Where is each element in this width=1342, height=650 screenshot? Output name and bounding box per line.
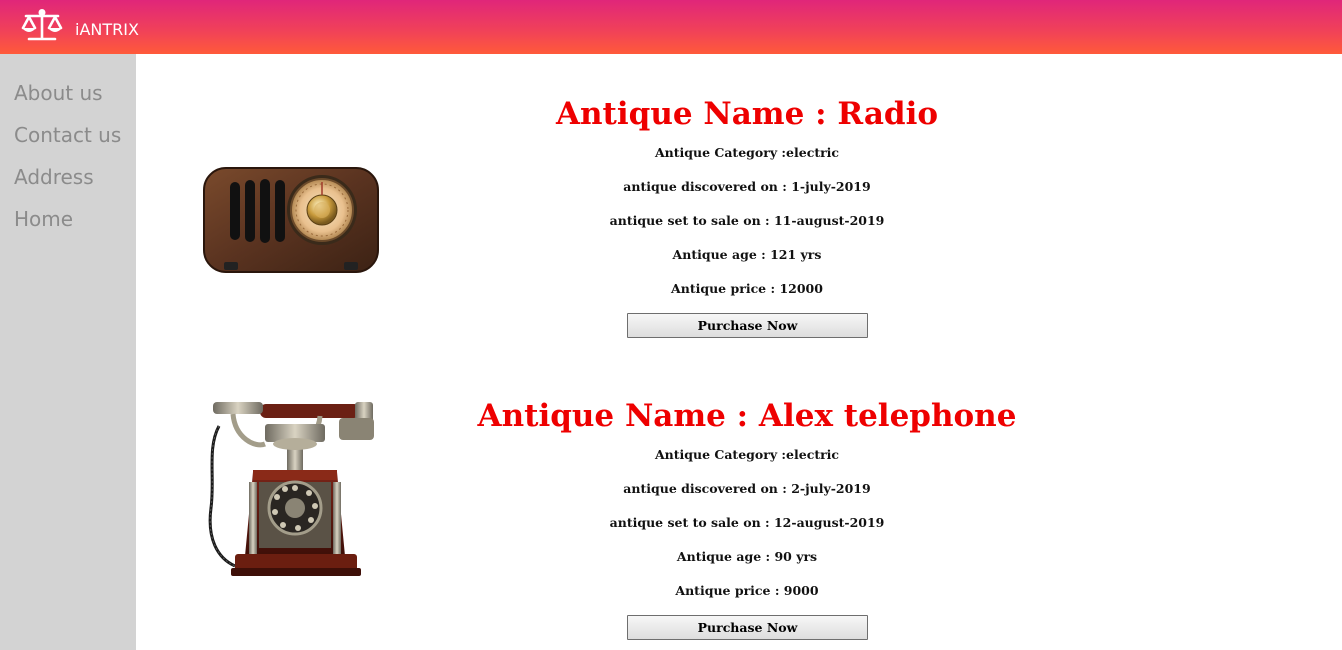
product-sale-date: antique set to sale on : 12-august-2019 (609, 515, 885, 530)
sidebar-item-home[interactable]: Home (14, 207, 73, 231)
product-price: Antique price : 12000 (671, 281, 823, 296)
product-title: Antique Name : Alex telephone (477, 398, 1017, 434)
vintage-radio-image (203, 167, 379, 273)
product-price: Antique price : 9000 (675, 583, 819, 598)
product-discovered-date: antique discovered on : 1-july-2019 (623, 179, 871, 194)
product-category: Antique Category :electric (654, 145, 840, 160)
antique-telephone-image (208, 402, 374, 576)
product-discovered-date: antique discovered on : 2-july-2019 (623, 481, 871, 496)
product-age: Antique age : 121 yrs (672, 247, 822, 262)
product-age: Antique age : 90 yrs (676, 549, 818, 564)
product-category: Antique Category :electric (654, 447, 840, 462)
sidebar-item-contact-us[interactable]: Contact us (14, 123, 121, 147)
product-sale-date: antique set to sale on : 11-august-2019 (609, 213, 885, 228)
sidebar-item-about-us[interactable]: About us (14, 81, 103, 105)
purchase-now-button[interactable]: Purchase Now (627, 313, 868, 338)
product-title: Antique Name : Radio (555, 96, 939, 132)
top-header-bar: iANTRIX (0, 0, 1342, 54)
sidebar-item-address[interactable]: Address (14, 165, 94, 189)
balance-scale-icon[interactable] (20, 8, 64, 44)
sidebar: About us Contact us Address Home (0, 54, 136, 650)
brand-name[interactable]: iANTRIX (75, 20, 139, 39)
purchase-now-button[interactable]: Purchase Now (627, 615, 868, 640)
